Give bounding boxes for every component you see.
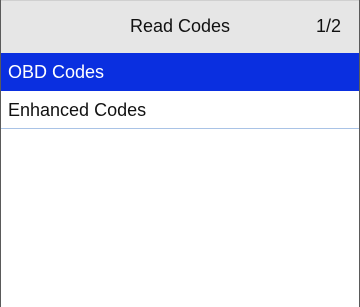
menu-item-enhanced-codes[interactable]: Enhanced Codes — [1, 91, 359, 129]
title-bar: Read Codes 1/2 — [1, 0, 359, 53]
read-codes-screen: Read Codes 1/2 OBD Codes Enhanced Codes — [0, 0, 360, 307]
menu-item-label: OBD Codes — [8, 62, 105, 82]
page-indicator: 1/2 — [315, 16, 341, 36]
page-title: Read Codes — [129, 16, 231, 36]
menu-item-label: Enhanced Codes — [8, 100, 147, 120]
menu-item-obd-codes[interactable]: OBD Codes — [1, 53, 359, 91]
menu-list: OBD Codes Enhanced Codes — [1, 53, 359, 129]
